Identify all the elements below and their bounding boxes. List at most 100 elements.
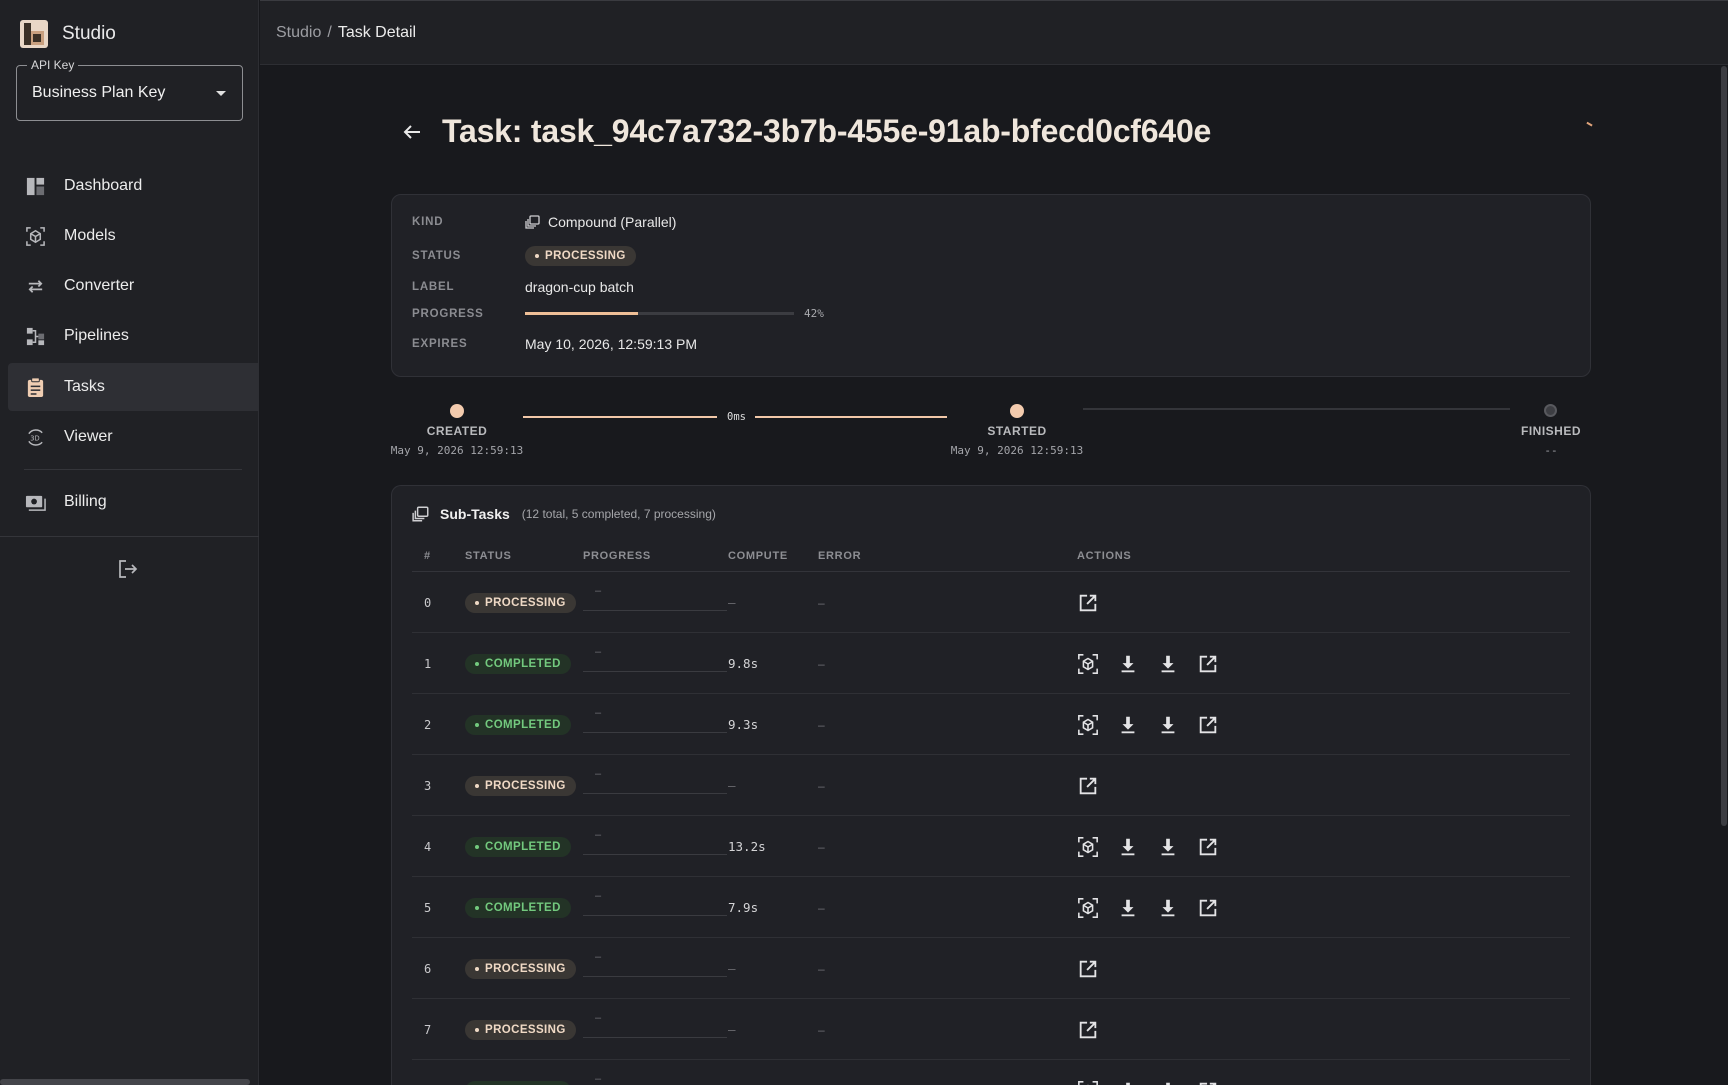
sidebar-item-label: Viewer [64,428,113,445]
status-dot [475,1027,479,1032]
status-key: STATUS [412,250,462,262]
table-row[interactable]: 6 PROCESSING – – – [412,938,1570,999]
table-row[interactable]: 3 PROCESSING – – – [412,755,1570,816]
column-header-progress: PROGRESS [583,550,651,562]
download-icon[interactable] [1116,652,1139,675]
progress-track [583,793,727,794]
viewer-3d-icon: 3D [24,426,46,448]
status-dot [475,722,479,727]
subtasks-card: Sub-Tasks (12 total, 5 completed, 7 proc… [391,485,1591,1085]
download-icon[interactable] [1116,896,1139,919]
open-external-icon[interactable] [1196,652,1219,675]
progress-placeholder: – [595,1073,602,1085]
row-status: COMPLETED [465,877,571,938]
svg-text:3D: 3D [30,434,39,442]
open-external-icon[interactable] [1076,1018,1099,1041]
api-key-select[interactable]: API Key Business Plan Key [16,58,243,121]
download-icon[interactable] [1116,835,1139,858]
view-model-icon[interactable] [1076,713,1099,736]
chevron-down-icon [216,91,226,96]
table-row[interactable]: 4 COMPLETED – 13.2s – [412,816,1570,877]
table-row[interactable]: 1 COMPLETED – 9.8s – [412,633,1570,694]
open-external-icon[interactable] [1076,774,1099,797]
view-model-icon[interactable] [1076,896,1099,919]
download-icon[interactable] [1156,652,1179,675]
table-row[interactable]: 0 PROCESSING – – – [412,572,1570,633]
row-progress: – [583,572,727,633]
status-badge: COMPLETED [465,836,571,857]
view-model-icon[interactable] [1076,652,1099,675]
status-text: PROCESSING [485,596,566,609]
api-key-value: Business Plan Key [32,84,166,101]
sidebar-item-tasks[interactable]: Tasks [8,363,259,411]
column-header-actions: ACTIONS [1077,550,1132,562]
row-status: COMPLETED [465,816,571,877]
sidebar-item-pipelines[interactable]: Pipelines [8,312,259,360]
sidebar-item-dashboard[interactable]: Dashboard [8,162,259,210]
progress-placeholder: – [595,707,602,719]
top-bar: Studio / Task Detail [260,0,1728,65]
download-icon[interactable] [1156,713,1179,736]
download-icon[interactable] [1156,835,1179,858]
compound-icon [525,215,540,229]
download-icon[interactable] [1156,1079,1179,1085]
kind-key: KIND [412,216,444,228]
row-error: – [818,1022,825,1037]
table-row[interactable]: 5 COMPLETED – 7.9s – [412,877,1570,938]
progress-placeholder: – [595,951,602,963]
open-external-icon[interactable] [1076,957,1099,980]
table-row[interactable]: 8 COMPLETED – [412,1060,1570,1085]
table-row[interactable]: 2 COMPLETED – 9.3s – [412,694,1570,755]
expires-value: May 10, 2026, 12:59:13 PM [525,336,697,352]
brand[interactable]: Studio [19,19,116,49]
main-scrollbar[interactable] [1721,66,1727,826]
open-external-icon[interactable] [1196,896,1219,919]
kind-text: Compound (Parallel) [548,214,677,230]
view-model-icon[interactable] [1076,835,1099,858]
breadcrumb-current: Task Detail [337,24,417,41]
status-badge: PROCESSING [525,246,636,266]
open-external-icon[interactable] [1196,713,1219,736]
row-compute: 9.8s [728,656,759,671]
timeline-time-finished: -- [1544,444,1558,457]
timeline-node-finished [1544,404,1557,417]
sidebar-item-label: Models [64,227,116,244]
task-info-card: KIND Compound (Parallel) STATUS PROCESSI… [391,194,1591,377]
label-key: LABEL [412,281,455,293]
sidebar-scrollbar[interactable] [0,1079,250,1085]
row-error: – [818,839,825,854]
billing-icon [24,491,46,513]
status-badge: COMPLETED [465,1080,571,1085]
progress-placeholder: – [595,768,602,780]
back-arrow-icon[interactable] [400,120,424,144]
row-progress: – [583,938,727,999]
table-row[interactable]: 7 PROCESSING – – – [412,999,1570,1060]
timeline-node-started [1010,404,1024,418]
timeline-time-started: May 9, 2026 12:59:13 [950,444,1084,457]
sidebar-item-label: Dashboard [64,177,143,194]
studio-logo-icon [20,20,48,48]
timeline-line [755,416,947,418]
download-icon[interactable] [1156,896,1179,919]
sidebar-item-viewer[interactable]: 3D Viewer [8,413,259,461]
view-model-icon[interactable] [1076,1079,1099,1085]
status-badge: PROCESSING [465,592,576,613]
progress-track [583,854,727,855]
timeline-node-created [450,404,464,418]
sidebar-item-label: Pipelines [64,327,129,344]
sidebar-item-models[interactable]: Models [8,212,259,260]
logout-icon[interactable] [116,557,140,581]
status-badge: COMPLETED [465,714,571,735]
status-text: PROCESSING [485,1023,566,1036]
sidebar-item-converter[interactable]: Converter [8,262,259,310]
download-icon[interactable] [1116,713,1139,736]
download-icon[interactable] [1116,1079,1139,1085]
open-external-icon[interactable] [1076,591,1099,614]
sidebar-item-billing[interactable]: Billing [8,478,259,526]
page-title: Task: task_94c7a732-3b7b-455e-91ab-bfecd… [442,113,1212,149]
info-row-label: LABEL dragon-cup batch [412,279,634,295]
row-compute: – [728,778,736,793]
open-external-icon[interactable] [1196,1079,1219,1085]
breadcrumb-studio-link[interactable]: Studio [276,24,321,42]
open-external-icon[interactable] [1196,835,1219,858]
